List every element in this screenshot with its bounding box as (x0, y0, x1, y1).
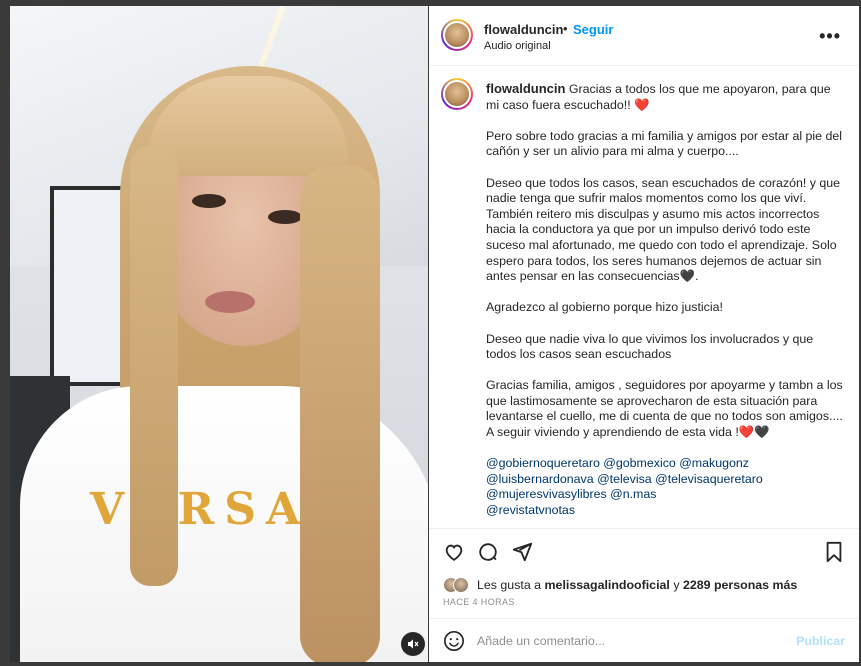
likes-row[interactable]: Les gusta a melissagalindooficial y 2289… (443, 575, 797, 595)
caption-avatar[interactable] (441, 78, 473, 110)
left-eye (192, 194, 226, 208)
hair-strand-right (300, 166, 380, 662)
post-panel: flowalduncin • Seguir Audio original •••… (429, 6, 859, 662)
mentions-line-1[interactable]: @gobiernoqueretaro @gobmexico @makugonz (486, 456, 846, 472)
caption-paragraph-3: Deseo que todos los casos, sean escuchad… (486, 175, 841, 206)
post-header: flowalduncin • Seguir Audio original ••• (429, 6, 859, 66)
caption-paragraph-5: Agradezco al gobierno porque hizo justic… (486, 300, 723, 315)
header-username[interactable]: flowalduncin (484, 22, 563, 37)
hair-strand-left (130, 146, 178, 586)
save-button[interactable] (821, 539, 847, 565)
emoji-icon[interactable] (443, 630, 465, 652)
mentions-line-3[interactable]: @mujeresvivasylibres @n.mas (486, 487, 846, 503)
comment-input[interactable] (477, 631, 777, 651)
comment-button[interactable] (475, 539, 501, 565)
likes-count[interactable]: 2289 personas más (683, 578, 797, 592)
share-icon (512, 542, 533, 562)
liker-avatar (453, 577, 469, 593)
comment-icon (479, 543, 497, 561)
share-button[interactable] (509, 539, 535, 565)
right-eye (268, 210, 302, 224)
likes-summary: Les gusta a melissagalindooficial y 2289… (477, 578, 797, 592)
likes-user[interactable]: melissagalindooficial (545, 578, 670, 592)
heart-icon (445, 544, 463, 561)
likes-prefix: Les gusta a (477, 578, 542, 592)
avatar[interactable] (441, 19, 473, 51)
bookmark-icon (826, 541, 842, 563)
audio-label[interactable]: Audio original (484, 40, 551, 52)
like-button[interactable] (441, 539, 467, 565)
likes-connector: y (673, 578, 680, 592)
lips (205, 291, 255, 313)
mute-button[interactable] (401, 632, 425, 656)
post-timestamp[interactable]: HACE 4 HORAS (443, 597, 515, 607)
caption-paragraph-4: También reitero mis disculpas y asumo mi… (486, 206, 837, 284)
publish-button[interactable]: Publicar (796, 634, 845, 648)
comment-bar: Publicar (429, 618, 859, 662)
mentions-line-2[interactable]: @luisbernardonava @televisa @televisaque… (486, 472, 846, 488)
caption-section: flowalduncin Gracias a todos los que me … (429, 66, 859, 528)
action-bar: Les gusta a melissagalindooficial y 2289… (429, 528, 859, 628)
separator-dot: • (563, 21, 568, 36)
video-player[interactable]: VERSA (10, 6, 428, 662)
caption-paragraph-7: Gracias familia, amigos , seguidores por… (486, 378, 843, 440)
speaker-muted-icon (408, 639, 419, 649)
more-options-icon[interactable]: ••• (819, 26, 841, 47)
mentions-line-4[interactable]: @revistatvnotas (486, 503, 846, 519)
caption-paragraph-2: Pero sobre todo gracias a mi familia y a… (486, 128, 843, 159)
caption-username[interactable]: flowalduncin (486, 81, 565, 96)
sweater-print: VERSA (90, 484, 311, 535)
caption-paragraph-6: Deseo que nadie viva lo que vivimos los … (486, 331, 814, 362)
caption-text: flowalduncin Gracias a todos los que me … (486, 81, 846, 519)
follow-button[interactable]: Seguir (573, 22, 613, 37)
